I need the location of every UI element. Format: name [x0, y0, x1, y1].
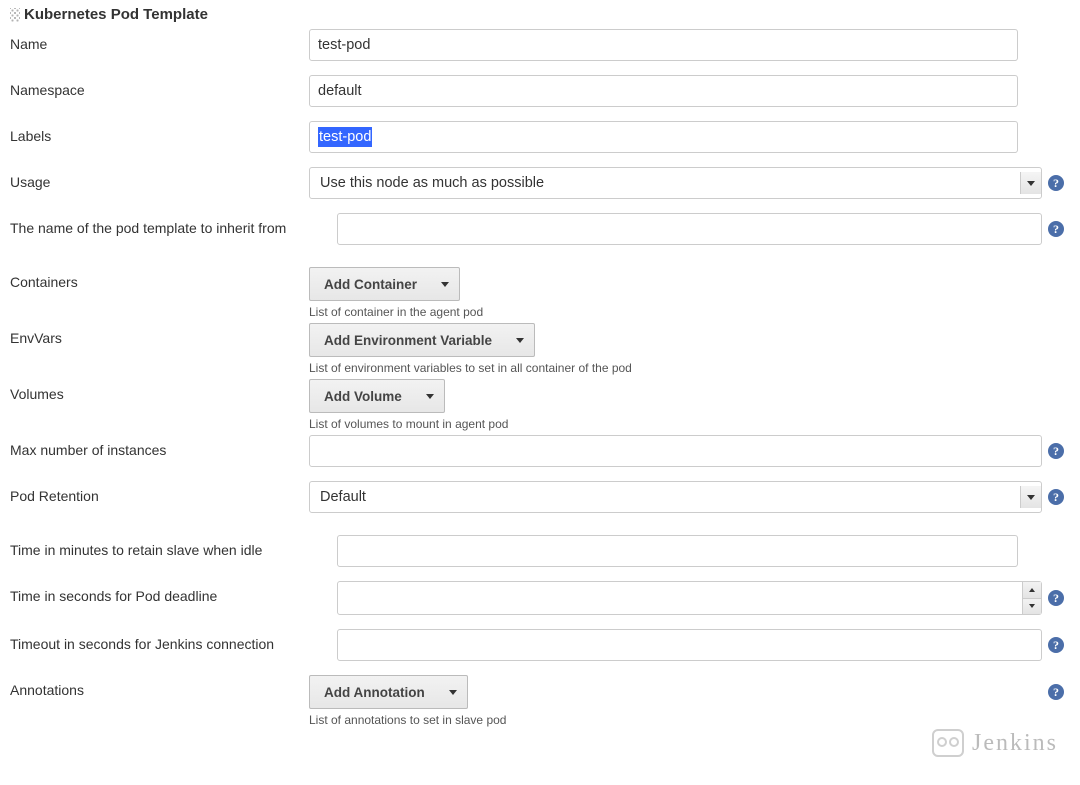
label-namespace: Namespace [10, 75, 309, 98]
row-namespace: Namespace [10, 75, 1070, 107]
label-jenkins-timeout: Timeout in seconds for Jenkins connectio… [10, 629, 337, 652]
label-inherit: The name of the pod template to inherit … [10, 213, 337, 236]
row-usage: Usage Use this node as much as possible … [10, 167, 1070, 199]
add-container-button[interactable]: Add Container [309, 267, 460, 301]
jenkins-timeout-input[interactable] [337, 629, 1042, 661]
chevron-down-icon [431, 282, 459, 287]
label-envvars: EnvVars [10, 323, 309, 346]
label-labels: Labels [10, 121, 309, 144]
arrow-up-icon [1029, 588, 1035, 592]
row-inherit: The name of the pod template to inherit … [10, 213, 1070, 245]
max-instances-input[interactable] [309, 435, 1042, 467]
help-icon[interactable]: ? [1048, 175, 1064, 191]
row-annotations: Annotations Add Annotation ? [10, 675, 1070, 709]
hint-volumes: List of volumes to mount in agent pod [309, 417, 1070, 431]
labels-value-selected: test-pod [318, 127, 372, 147]
chevron-down-icon [1020, 172, 1041, 194]
row-containers: Containers Add Container [10, 267, 1070, 301]
usage-select[interactable]: Use this node as much as possible [309, 167, 1042, 199]
help-icon[interactable]: ? [1048, 590, 1064, 606]
namespace-input[interactable] [309, 75, 1018, 107]
add-volume-button[interactable]: Add Volume [309, 379, 445, 413]
retain-idle-input[interactable] [337, 535, 1018, 567]
row-retain-idle: Time in minutes to retain slave when idl… [10, 535, 1070, 567]
pod-deadline-input[interactable] [338, 582, 1022, 614]
row-labels: Labels test-pod [10, 121, 1070, 153]
kubernetes-pod-template-form: Kubernetes Pod Template Name Namespace L… [0, 0, 1080, 737]
pod-retention-value: Default [318, 489, 368, 505]
add-annotation-button[interactable]: Add Annotation [309, 675, 468, 709]
label-usage: Usage [10, 167, 309, 190]
chevron-down-icon [506, 338, 534, 343]
help-icon[interactable]: ? [1048, 443, 1064, 459]
label-retain-idle: Time in minutes to retain slave when idl… [10, 535, 337, 558]
add-env-var-button[interactable]: Add Environment Variable [309, 323, 535, 357]
hint-containers: List of container in the agent pod [309, 305, 1070, 319]
label-pod-retention: Pod Retention [10, 481, 309, 504]
pod-retention-select[interactable]: Default [309, 481, 1042, 513]
label-pod-deadline: Time in seconds for Pod deadline [10, 581, 337, 604]
label-volumes: Volumes [10, 379, 309, 402]
row-volumes: Volumes Add Volume [10, 379, 1070, 413]
chevron-down-icon [1020, 486, 1041, 508]
row-pod-deadline: Time in seconds for Pod deadline ? [10, 581, 1070, 615]
hint-annotations: List of annotations to set in slave pod [309, 713, 1070, 727]
help-icon[interactable]: ? [1048, 489, 1064, 505]
hint-envvars: List of environment variables to set in … [309, 361, 1070, 375]
stepper-up-button[interactable] [1023, 582, 1041, 599]
row-envvars: EnvVars Add Environment Variable [10, 323, 1070, 357]
usage-select-value: Use this node as much as possible [318, 175, 546, 191]
stepper-down-button[interactable] [1023, 599, 1041, 615]
inherit-input[interactable] [337, 213, 1042, 245]
labels-input[interactable]: test-pod [309, 121, 1018, 153]
arrow-down-icon [1029, 604, 1035, 608]
help-icon[interactable]: ? [1048, 684, 1064, 700]
pod-deadline-stepper[interactable] [337, 581, 1042, 615]
drag-handle-icon[interactable] [10, 8, 20, 22]
help-icon[interactable]: ? [1048, 221, 1064, 237]
label-annotations: Annotations [10, 675, 309, 698]
row-max-instances: Max number of instances ? [10, 435, 1070, 467]
row-name: Name [10, 29, 1070, 61]
label-max-instances: Max number of instances [10, 435, 309, 458]
section-title: Kubernetes Pod Template [24, 6, 208, 23]
name-input[interactable] [309, 29, 1018, 61]
row-pod-retention: Pod Retention Default ? [10, 481, 1070, 513]
row-jenkins-timeout: Timeout in seconds for Jenkins connectio… [10, 629, 1070, 661]
chevron-down-icon [439, 690, 467, 695]
help-icon[interactable]: ? [1048, 637, 1064, 653]
section-header: Kubernetes Pod Template [10, 6, 1070, 23]
label-name: Name [10, 29, 309, 52]
label-containers: Containers [10, 267, 309, 290]
chevron-down-icon [416, 394, 444, 399]
